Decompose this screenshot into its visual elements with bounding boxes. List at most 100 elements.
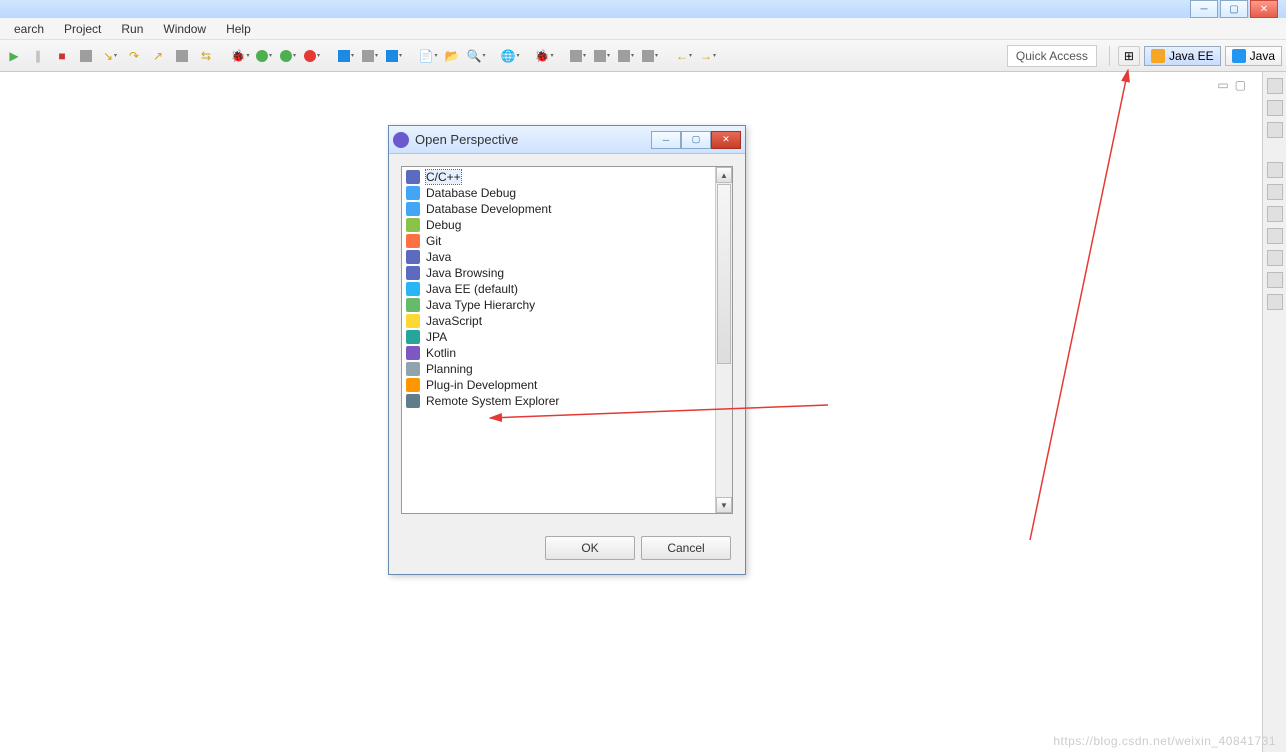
dialog-close-button[interactable]: ✕ [711,131,741,149]
list-item[interactable]: Java Type Hierarchy [404,297,713,313]
list-item[interactable]: Plug-in Development [404,377,713,393]
stop-icon[interactable]: ■ [52,46,72,66]
run-last-icon[interactable] [278,46,298,66]
planning-icon [406,362,420,376]
problems-icon[interactable] [1267,228,1283,244]
list-item[interactable]: Git [404,233,713,249]
globe-icon[interactable]: 🌐 [500,46,520,66]
list-item[interactable]: Java EE (default) [404,281,713,297]
use-step-icon[interactable]: ⇆ [196,46,216,66]
plugin-icon [406,378,420,392]
maximize-view-icon[interactable]: ▢ [1235,78,1246,92]
watermark-text: https://blog.csdn.net/weixin_40841731 [1053,734,1276,748]
new-conn-icon[interactable] [360,46,380,66]
new-icon[interactable]: 📄 [418,46,438,66]
external-icon[interactable] [302,46,322,66]
list-item-label: JavaScript [426,314,482,328]
perspective-java[interactable]: Java [1225,46,1282,66]
open-perspective-icon[interactable]: ⊞ [1118,46,1140,66]
window-maximize-button[interactable]: ▢ [1220,0,1248,18]
perspective-listbox[interactable]: C/C++Database Debug Database DevelopmentD… [402,167,715,513]
servers-icon[interactable] [1267,184,1283,200]
list-item-label: Plug-in Development [426,378,537,392]
list-item-label: Java Type Hierarchy [426,298,535,312]
c-icon [406,170,420,184]
ok-button[interactable]: OK [545,536,635,560]
dialog-title: Open Perspective [415,132,651,147]
scroll-up-button[interactable]: ▲ [716,167,732,183]
launch2-icon[interactable] [592,46,612,66]
dialog-minimize-button[interactable]: ─ [651,131,681,149]
list-item-label: JPA [426,330,447,344]
run-icon[interactable] [254,46,274,66]
data-icon[interactable] [1267,272,1283,288]
list-item[interactable]: Planning [404,361,713,377]
perspective-list: C/C++Database Debug Database DevelopmentD… [401,166,733,514]
snippets-icon[interactable] [1267,294,1283,310]
scroll-down-button[interactable]: ▼ [716,497,732,513]
pause-icon[interactable]: ∥ [28,46,48,66]
list-item-label: Database Development [426,202,551,216]
menu-search[interactable]: earch [4,20,54,38]
search-icon[interactable]: 🔍 [466,46,486,66]
back-icon[interactable]: ← [674,46,694,66]
step-return-icon[interactable]: ↗ [148,46,168,66]
launch3-icon[interactable] [616,46,636,66]
list-item[interactable]: Java Browsing [404,265,713,281]
list-item[interactable]: Database Development [404,201,713,217]
quick-access-input[interactable]: Quick Access [1007,45,1097,67]
list-item-label: Database Debug [426,186,516,200]
new-server-icon[interactable] [336,46,356,66]
list-item-label: Kotlin [426,346,456,360]
progress-icon[interactable] [1267,250,1283,266]
open-perspective-dialog: Open Perspective ─ ▢ ✕ C/C++Database Deb… [388,125,746,575]
list-item[interactable]: JPA [404,329,713,345]
list-item[interactable]: Kotlin [404,345,713,361]
forward-icon[interactable]: → [698,46,718,66]
list-item[interactable]: C/C++ [404,169,713,185]
persp-label: Java EE [1169,49,1214,63]
window-close-button[interactable]: ✕ [1250,0,1278,18]
window-title-bar [0,0,1286,18]
open-folder-icon[interactable]: 📂 [442,46,462,66]
js-icon [406,314,420,328]
step-over-icon[interactable]: ↷ [124,46,144,66]
menu-project[interactable]: Project [54,20,111,38]
disconnect-icon[interactable] [76,46,96,66]
restore-icon[interactable] [1267,78,1283,94]
window-minimize-button[interactable]: ─ [1190,0,1218,18]
tasklist-icon[interactable] [1267,122,1283,138]
list-item[interactable]: Debug [404,217,713,233]
dialog-maximize-button[interactable]: ▢ [681,131,711,149]
list-item-label: Java Browsing [426,266,504,280]
list-scrollbar[interactable]: ▲ ▼ [715,167,732,513]
git-icon [406,234,420,248]
console-icon[interactable] [1267,206,1283,222]
perspective-java-ee[interactable]: Java EE [1144,46,1221,66]
outline-icon[interactable] [1267,100,1283,116]
new-sql-icon[interactable] [384,46,404,66]
list-item[interactable]: JavaScript [404,313,713,329]
minimize-view-icon[interactable]: ▭ [1217,78,1228,92]
launch4-icon[interactable] [640,46,660,66]
restore2-icon[interactable] [1267,162,1283,178]
dialog-title-bar[interactable]: Open Perspective ─ ▢ ✕ [389,126,745,154]
debug-icon[interactable]: 🐞 [230,46,250,66]
java-browsing-icon [406,266,420,280]
debug2-icon[interactable]: 🐞 [534,46,554,66]
list-item[interactable]: Remote System Explorer [404,393,713,409]
list-item[interactable]: Database Debug [404,185,713,201]
menu-help[interactable]: Help [216,20,261,38]
list-item[interactable]: Java [404,249,713,265]
view-controls: ▭ ▢ [1217,78,1246,92]
scroll-thumb[interactable] [717,184,731,364]
play-icon[interactable]: ▶ [4,46,24,66]
eclipse-icon [393,132,409,148]
launch-icon[interactable] [568,46,588,66]
step-into-icon[interactable]: ↘ [100,46,120,66]
cancel-button[interactable]: Cancel [641,536,731,560]
list-item-label: Git [426,234,441,248]
menu-run[interactable]: Run [111,20,153,38]
drop-frame-icon[interactable] [172,46,192,66]
menu-window[interactable]: Window [153,20,216,38]
